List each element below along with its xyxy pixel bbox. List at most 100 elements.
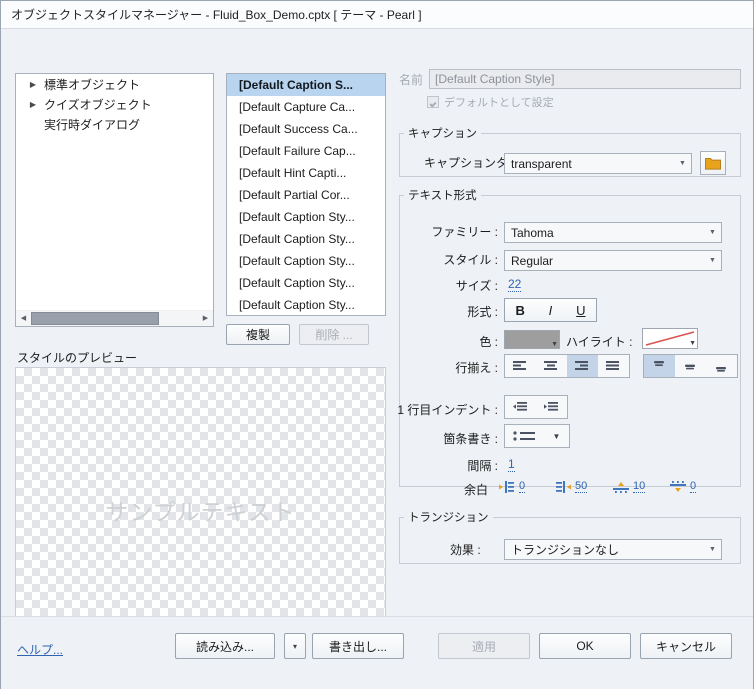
cancel-button[interactable]: キャンセル: [640, 633, 732, 659]
bold-button[interactable]: B: [505, 299, 535, 321]
chevron-down-icon: ▾: [292, 641, 297, 651]
caption-type-dropdown[interactable]: transparent ▼: [504, 153, 692, 174]
list-item[interactable]: [Default Failure Cap...: [227, 140, 385, 162]
margin-top-value[interactable]: 10: [633, 480, 646, 493]
title-bar: オブジェクトスタイルマネージャー - Fluid_Box_Demo.cptx […: [1, 1, 753, 29]
expand-triangle-icon[interactable]: ▶: [22, 80, 44, 89]
underline-button[interactable]: U: [566, 299, 596, 321]
valign-middle-button[interactable]: [675, 355, 706, 377]
valign-top-button[interactable]: [644, 355, 675, 377]
caption-group-label: キャプション: [408, 128, 477, 140]
highlight-label: ハイライト :: [566, 335, 633, 349]
align-left-icon: [513, 361, 526, 370]
first-line-indent-group[interactable]: [504, 395, 568, 419]
valign-middle-icon: [685, 364, 695, 370]
font-style-dropdown[interactable]: Regular ▼: [504, 250, 722, 271]
font-style-value: Regular: [511, 253, 554, 268]
align-justify-button[interactable]: [598, 355, 629, 377]
margin-right-value[interactable]: 50: [575, 480, 588, 493]
align-right-icon: [575, 361, 588, 370]
transition-effect-label: 効果 :: [450, 543, 481, 557]
margin-bottom-control[interactable]: 0: [670, 480, 697, 493]
delete-button: 削除 ...: [299, 324, 369, 345]
valign-bottom-button[interactable]: [706, 355, 737, 377]
text-align-button-group[interactable]: [504, 354, 630, 378]
margin-right-icon: [556, 480, 571, 493]
chevron-down-icon[interactable]: ▼: [689, 340, 696, 347]
tree-item-standard-objects[interactable]: ▶ 標準オブジェクト: [16, 74, 213, 94]
preview-label: スタイルのプレビュー: [17, 351, 138, 365]
chevron-down-icon[interactable]: ▼: [545, 425, 569, 447]
chevron-down-icon[interactable]: ▼: [704, 223, 721, 242]
highlight-swatch[interactable]: ▼: [642, 328, 698, 349]
ok-button[interactable]: OK: [539, 633, 631, 659]
list-item[interactable]: [Default Hint Capti...: [227, 162, 385, 184]
list-item[interactable]: [Default Caption Sty...: [227, 206, 385, 228]
list-item[interactable]: [Default Caption Sty...: [227, 250, 385, 272]
align-center-button[interactable]: [536, 355, 567, 377]
chevron-down-icon[interactable]: ▼: [704, 251, 721, 270]
scrollbar-track[interactable]: [31, 310, 198, 326]
increase-indent-button[interactable]: [536, 396, 567, 418]
line-spacing-label: 間隔 :: [467, 459, 498, 473]
vertical-align-button-group[interactable]: [643, 354, 738, 378]
valign-top-icon: [654, 361, 664, 366]
caption-folder-button[interactable]: [700, 151, 726, 175]
margin-bottom-value[interactable]: 0: [690, 480, 697, 493]
underline-label: U: [576, 302, 586, 318]
help-link[interactable]: ヘルプ...: [17, 641, 63, 658]
style-list[interactable]: [Default Caption S... [Default Capture C…: [226, 73, 386, 316]
align-right-button[interactable]: [567, 355, 598, 377]
chevron-down-icon[interactable]: ▼: [704, 540, 721, 559]
tree-horizontal-scrollbar[interactable]: ◀ ▶: [15, 310, 214, 327]
decrease-indent-button[interactable]: [505, 396, 536, 418]
caption-type-value: transparent: [511, 156, 572, 171]
margin-left-control[interactable]: 0: [499, 480, 526, 493]
window-title: オブジェクトスタイルマネージャー - Fluid_Box_Demo.cptx […: [11, 8, 422, 22]
duplicate-button[interactable]: 複製: [226, 324, 290, 345]
text-format-group-label: テキスト形式: [408, 190, 477, 202]
expand-triangle-icon[interactable]: ▶: [22, 100, 44, 109]
align-justify-icon: [606, 361, 619, 370]
first-line-indent-label: 1 行目インデント :: [397, 403, 498, 417]
text-color-swatch[interactable]: ▼: [504, 330, 560, 349]
margin-right-control[interactable]: 50: [555, 480, 588, 493]
list-item[interactable]: [Default Success Ca...: [227, 118, 385, 140]
scroll-left-icon[interactable]: ◀: [16, 310, 31, 326]
font-family-value: Tahoma: [511, 225, 554, 240]
list-item[interactable]: [Default Partial Cor...: [227, 184, 385, 206]
import-dropdown-button[interactable]: ▾: [284, 633, 306, 659]
italic-button[interactable]: I: [535, 299, 565, 321]
chevron-down-icon[interactable]: ▼: [551, 341, 558, 348]
chevron-down-icon[interactable]: ▼: [674, 154, 691, 173]
line-spacing-value[interactable]: 1: [508, 457, 515, 472]
set-as-default-checkbox: [427, 96, 439, 108]
bullet-list-icon-wrap[interactable]: [505, 425, 545, 447]
object-tree[interactable]: ▶ 標準オブジェクト ▶ クイズオブジェクト ▶ 実行時ダイアログ: [15, 73, 214, 327]
transition-effect-dropdown[interactable]: トランジションなし ▼: [504, 539, 722, 560]
tree-item-label: 標準オブジェクト: [44, 77, 141, 92]
tree-item-quiz-objects[interactable]: ▶ クイズオブジェクト: [16, 94, 213, 114]
font-family-dropdown[interactable]: Tahoma ▼: [504, 222, 722, 243]
list-item[interactable]: [Default Caption Sty...: [227, 294, 385, 315]
font-size-value[interactable]: 22: [508, 277, 522, 292]
bullets-dropdown[interactable]: ▼: [504, 424, 570, 448]
font-format-buttons[interactable]: B I U: [504, 298, 597, 322]
apply-button: 適用: [438, 633, 530, 659]
scrollbar-thumb[interactable]: [31, 311, 159, 325]
set-as-default-row: デフォルトとして設定: [427, 93, 741, 111]
align-left-button[interactable]: [505, 355, 536, 377]
tree-item-runtime-dialogs[interactable]: ▶ 実行時ダイアログ: [16, 114, 213, 134]
font-size-label: サイズ :: [455, 279, 498, 293]
list-item[interactable]: [Default Caption S...: [227, 74, 385, 96]
list-item[interactable]: [Default Caption Sty...: [227, 228, 385, 250]
export-button[interactable]: 書き出し...: [312, 633, 404, 659]
margin-top-control[interactable]: 10: [613, 480, 646, 493]
text-format-group: テキスト形式 ファミリー : Tahoma ▼ スタイル : Regular ▼…: [397, 187, 741, 497]
font-style-label: スタイル :: [443, 253, 498, 267]
import-button[interactable]: 読み込み...: [175, 633, 275, 659]
margin-left-value[interactable]: 0: [519, 480, 526, 493]
scroll-right-icon[interactable]: ▶: [198, 310, 213, 326]
list-item[interactable]: [Default Caption Sty...: [227, 272, 385, 294]
list-item[interactable]: [Default Capture Ca...: [227, 96, 385, 118]
